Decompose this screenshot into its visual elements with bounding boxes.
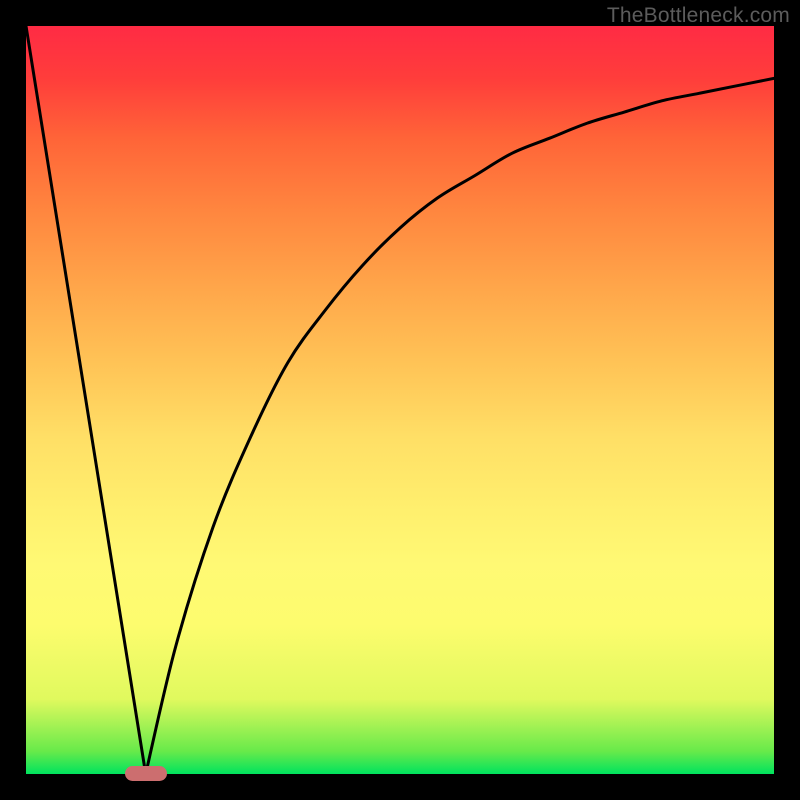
plot-area	[26, 26, 774, 774]
curves-svg	[26, 26, 774, 774]
chart-frame: TheBottleneck.com	[0, 0, 800, 800]
watermark-text: TheBottleneck.com	[607, 4, 790, 28]
series-right-curve	[146, 78, 774, 774]
series-left-line	[26, 26, 146, 774]
bottleneck-marker	[125, 766, 167, 781]
